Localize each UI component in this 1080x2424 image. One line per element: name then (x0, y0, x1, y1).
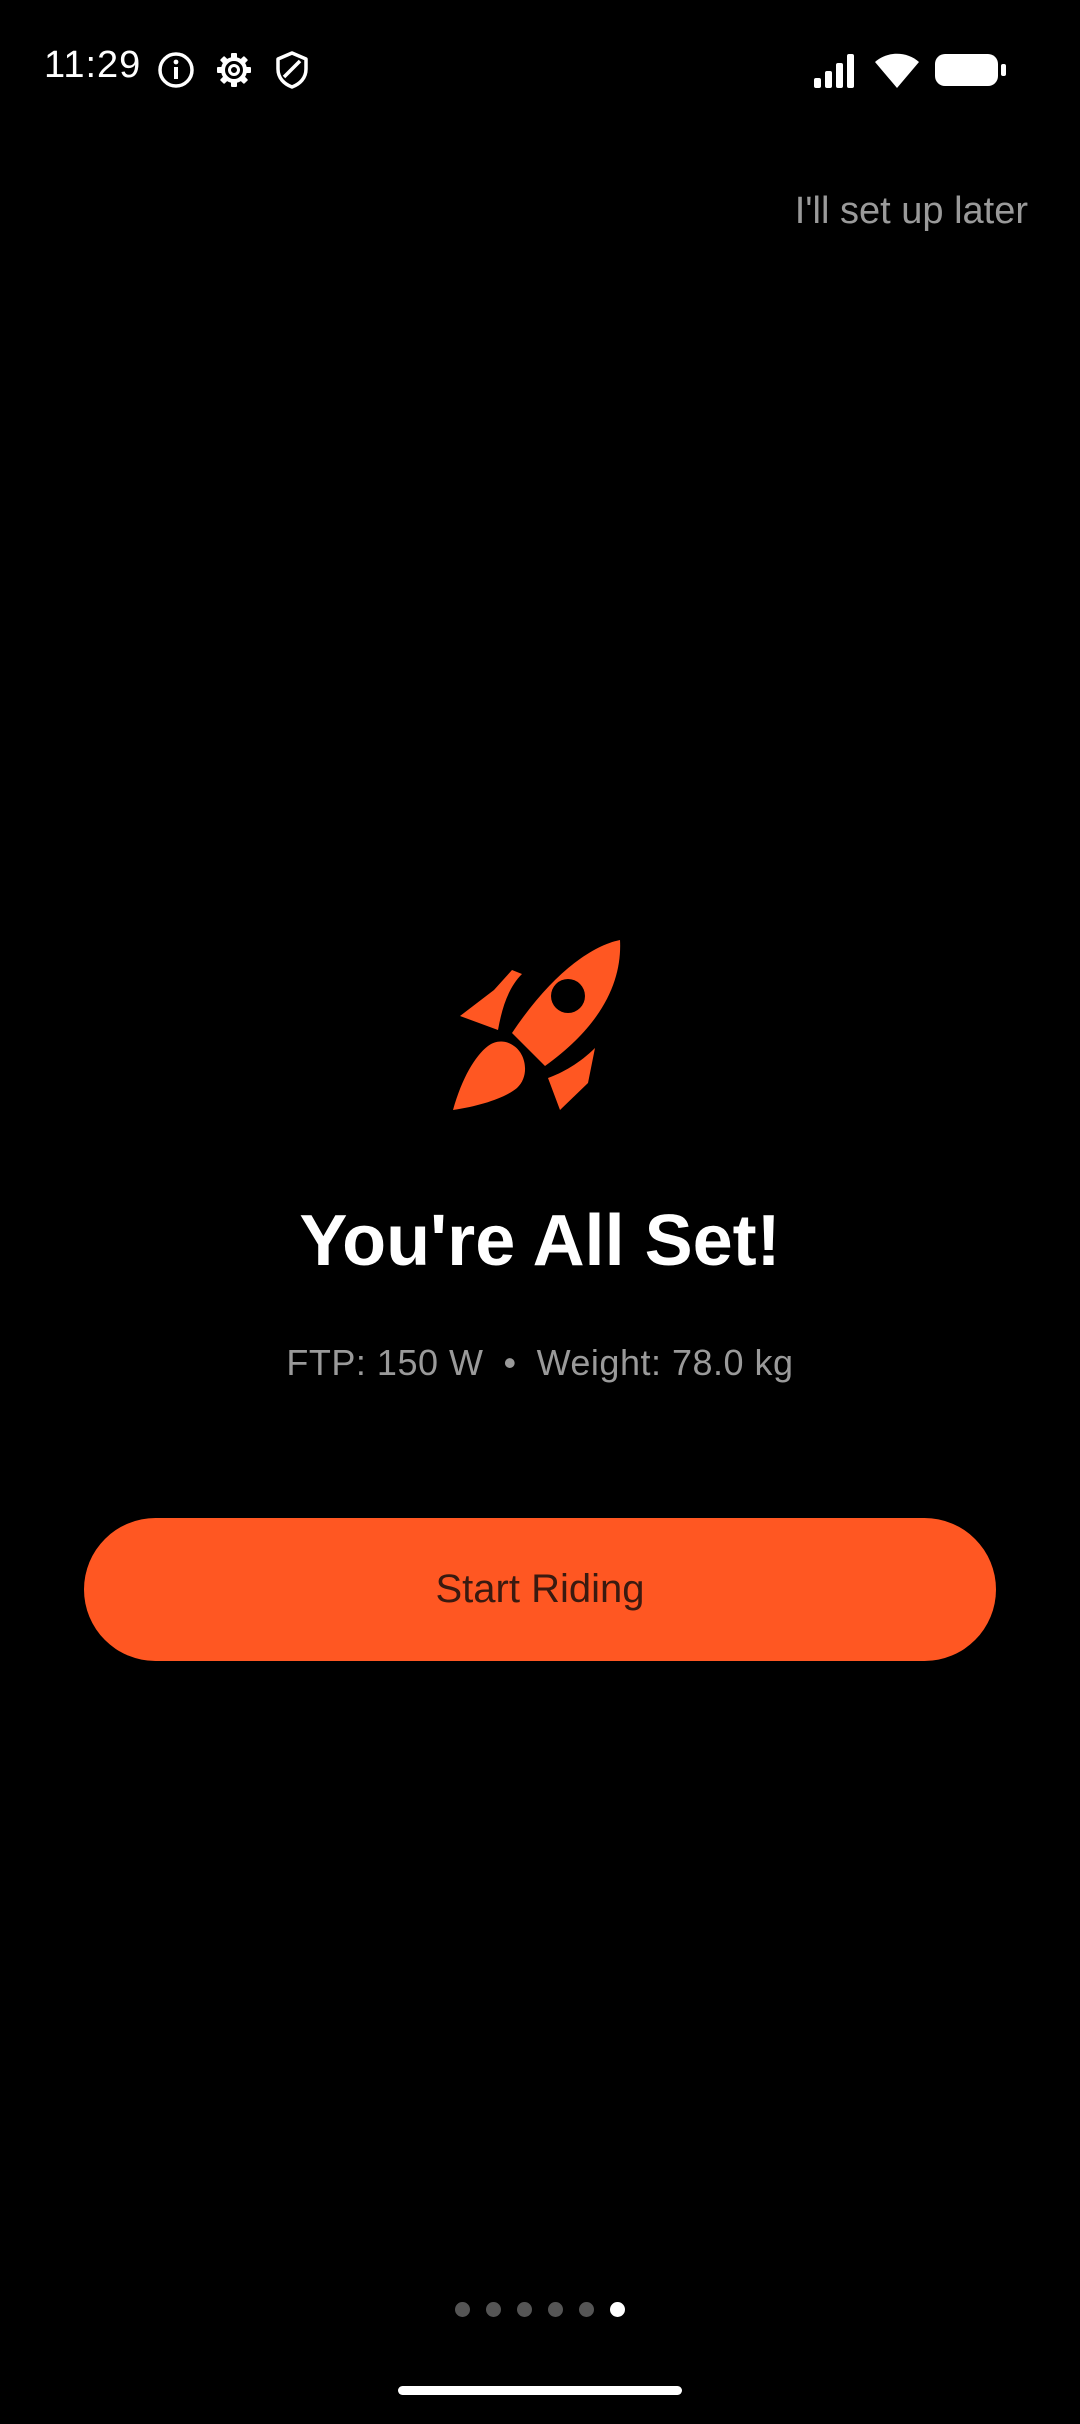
shield-icon (276, 51, 308, 89)
page-indicator (0, 2302, 1080, 2317)
separator-dot: • (503, 1342, 517, 1383)
page-dot-3[interactable] (517, 2302, 532, 2317)
page-dot-4[interactable] (548, 2302, 563, 2317)
page-dot-5[interactable] (579, 2302, 594, 2317)
status-time: 11:29 (44, 44, 142, 86)
profile-summary: FTP: 150 W • Weight: 78.0 kg (0, 1342, 1080, 1384)
rocket-icon (453, 940, 621, 1110)
info-icon (158, 52, 194, 88)
page-dot-1[interactable] (455, 2302, 470, 2317)
battery-icon (935, 54, 1006, 86)
gear-icon (217, 53, 251, 87)
weight-value: Weight: 78.0 kg (536, 1342, 794, 1383)
skip-setup-link[interactable]: I'll set up later (795, 190, 1028, 233)
ftp-value: FTP: 150 W (286, 1342, 484, 1383)
home-indicator[interactable] (398, 2386, 682, 2395)
status-bar: 11:29 (0, 0, 1080, 140)
signal-icon (814, 54, 854, 88)
page-title: You're All Set! (299, 1201, 781, 1281)
wifi-icon (875, 53, 919, 88)
start-riding-button[interactable]: Start Riding (84, 1518, 996, 1661)
page-dot-6-active[interactable] (610, 2302, 625, 2317)
page-dot-2[interactable] (486, 2302, 501, 2317)
